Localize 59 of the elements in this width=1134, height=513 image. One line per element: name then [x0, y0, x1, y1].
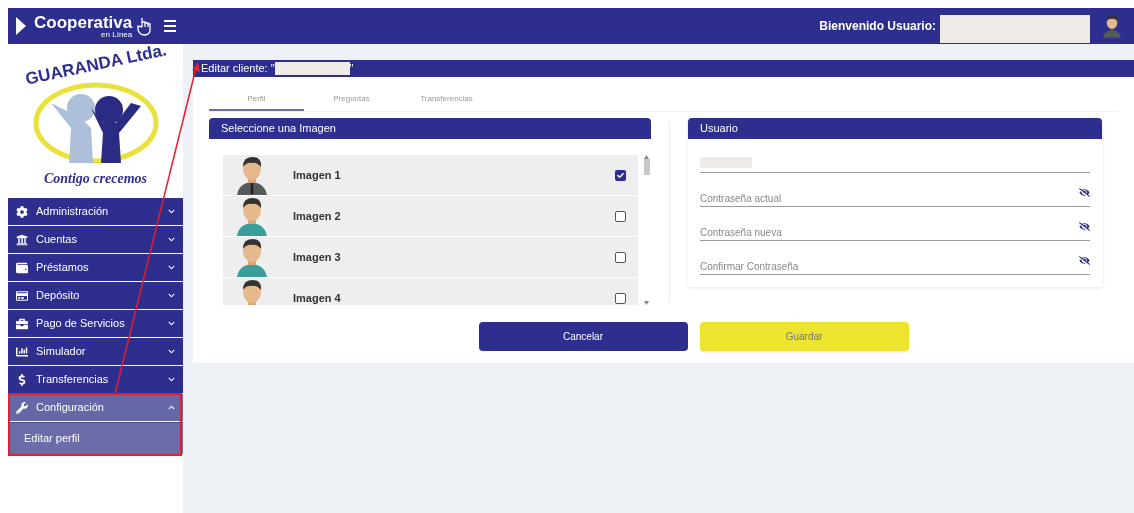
sidebar-item[interactable]: Préstamos — [8, 254, 183, 281]
avatar-icon — [235, 196, 269, 236]
image-option[interactable]: Imagen 3 — [223, 237, 638, 277]
bar-chart-icon — [16, 345, 28, 358]
sidebar-item[interactable]: Simulador — [8, 338, 183, 365]
password-field[interactable]: Contraseña nueva — [700, 225, 1090, 241]
sidebar-item[interactable]: Cuentas — [8, 226, 183, 253]
hidden-eye-icon[interactable] — [1079, 187, 1090, 198]
bank-icon — [16, 233, 28, 246]
chevron-up-icon — [168, 404, 175, 411]
hand-pointer-icon — [136, 16, 153, 36]
panel-header: Seleccione una Imagen — [209, 118, 651, 139]
password-field[interactable]: Confirmar Contraseña — [700, 259, 1090, 275]
image-option[interactable]: Imagen 4 — [223, 278, 638, 305]
avatar-icon — [235, 155, 269, 195]
scroll-down-icon[interactable] — [644, 301, 649, 305]
image-option[interactable]: Imagen 2 — [223, 196, 638, 236]
briefcase-icon — [16, 317, 28, 330]
scrollbar[interactable] — [642, 155, 651, 305]
brand-name: Cooperativa — [34, 13, 133, 31]
gear-icon — [16, 205, 28, 218]
checkbox[interactable] — [615, 292, 626, 304]
chevron-down-icon — [168, 292, 175, 299]
checkbox[interactable] — [615, 251, 626, 263]
sidebar-item[interactable]: Configuración — [8, 394, 183, 421]
brand-subtitle: en Línea — [101, 30, 133, 39]
hidden-eye-icon[interactable] — [1079, 255, 1090, 266]
sidebar-item[interactable]: Depósito — [8, 282, 183, 309]
username-field[interactable] — [700, 157, 1090, 173]
checkbox[interactable] — [615, 169, 626, 181]
sidebar-item[interactable]: Administración — [8, 198, 183, 225]
menu-button[interactable] — [164, 20, 177, 32]
chevron-down-icon — [168, 236, 175, 243]
wallet-icon — [16, 261, 28, 274]
chevron-down-icon — [168, 208, 175, 215]
sidebar-item[interactable]: Transferencias — [8, 366, 183, 393]
chevron-down-icon — [168, 348, 175, 355]
chevron-down-icon — [168, 264, 175, 271]
chevron-down-icon — [168, 376, 175, 383]
sidebar-subitem[interactable]: Editar perfil — [8, 422, 183, 454]
avatar-icon — [1102, 13, 1122, 39]
card-icon — [16, 289, 28, 302]
wrench-icon — [16, 401, 28, 414]
image-option[interactable]: Imagen 1 — [223, 155, 638, 195]
save-button[interactable]: Guardar — [699, 322, 909, 351]
dollar-icon — [16, 373, 28, 386]
logo-slogan: Contigo crecemos — [43, 169, 147, 188]
chevron-down-icon — [168, 320, 175, 327]
password-field[interactable]: Contraseña actual — [700, 191, 1090, 207]
hidden-eye-icon[interactable] — [1079, 221, 1090, 232]
sidebar-item[interactable]: Pago de Servicios — [8, 310, 183, 337]
play-icon — [16, 17, 26, 35]
cancel-button[interactable]: Cancelar — [478, 322, 688, 351]
scrollbar-thumb[interactable] — [643, 159, 650, 175]
page-title: " — [349, 61, 354, 77]
panel-header: Usuario — [688, 118, 1102, 139]
welcome-text: Bienvenido Usuario: — [819, 18, 936, 35]
page-title: Editar cliente: " — [201, 61, 275, 77]
checkbox[interactable] — [615, 210, 626, 222]
